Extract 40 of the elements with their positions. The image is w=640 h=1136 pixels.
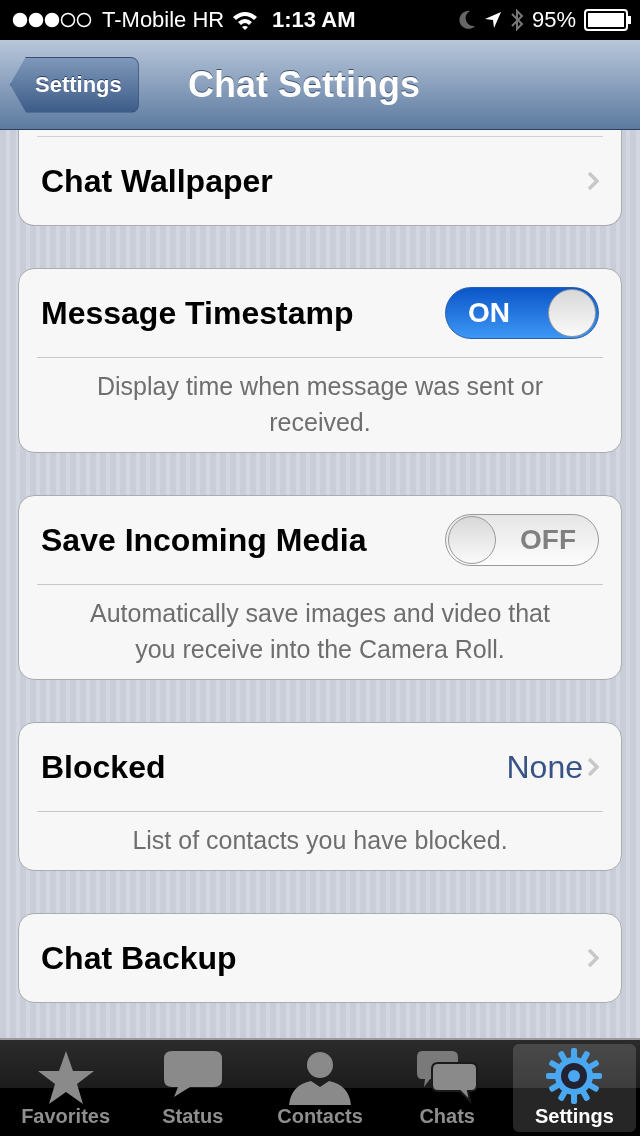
battery-percent: 95%	[531, 7, 576, 33]
settings-row[interactable]: Blocked None	[19, 723, 621, 811]
settings-row[interactable]: Chat Backup	[19, 914, 621, 1002]
tab-item[interactable]: Chats	[385, 1044, 509, 1132]
row-label: Save Incoming Media	[41, 521, 367, 559]
clock-time: 1:13 AM	[272, 7, 356, 33]
tab-item[interactable]: Settings	[512, 1044, 636, 1132]
moon-icon	[457, 10, 476, 30]
chevron-icon	[587, 171, 599, 191]
tab-item[interactable]: Contacts	[258, 1044, 382, 1132]
row-label: Chat Wallpaper	[41, 162, 273, 200]
row-label: Chat Backup	[41, 939, 237, 977]
section-description: List of contacts you have blocked.	[37, 811, 603, 870]
row-value: None	[506, 748, 583, 786]
battery-icon	[584, 9, 632, 31]
toggle-switch[interactable]: ON	[445, 287, 599, 339]
settings-row[interactable]: Chat Wallpaper	[19, 137, 621, 225]
bluetooth-icon	[509, 8, 524, 32]
settings-row[interactable]: Message Timestamp ON	[19, 269, 621, 357]
section-description: Automatically save images and video that you receive into the Camera Roll.	[37, 584, 603, 679]
screen-title: Chat Settings	[188, 63, 420, 106]
chevron-icon	[587, 948, 599, 968]
switch-label: OFF	[519, 524, 577, 556]
tab-item[interactable]: Favorites	[4, 1044, 128, 1132]
signal-icon	[12, 12, 94, 28]
chat-bubbles-icon	[416, 1049, 479, 1105]
row-label: Message Timestamp	[41, 294, 354, 332]
back-button[interactable]: Settings	[10, 56, 139, 113]
wifi-icon	[232, 10, 259, 30]
row-label: Blocked	[41, 748, 166, 786]
toggle-switch[interactable]: OFF	[445, 514, 599, 566]
gear-icon	[545, 1047, 604, 1105]
chevron-icon	[587, 757, 599, 777]
section-description: Display time when message was sent or received.	[37, 357, 603, 452]
tab-item[interactable]: Status	[131, 1044, 255, 1132]
settings-row[interactable]: Save Incoming Media OFF	[19, 496, 621, 584]
location-arrow-icon	[483, 11, 502, 29]
switch-label: ON	[467, 297, 511, 329]
carrier-name: T-Mobile HR	[102, 7, 225, 33]
person-icon	[287, 1049, 353, 1105]
